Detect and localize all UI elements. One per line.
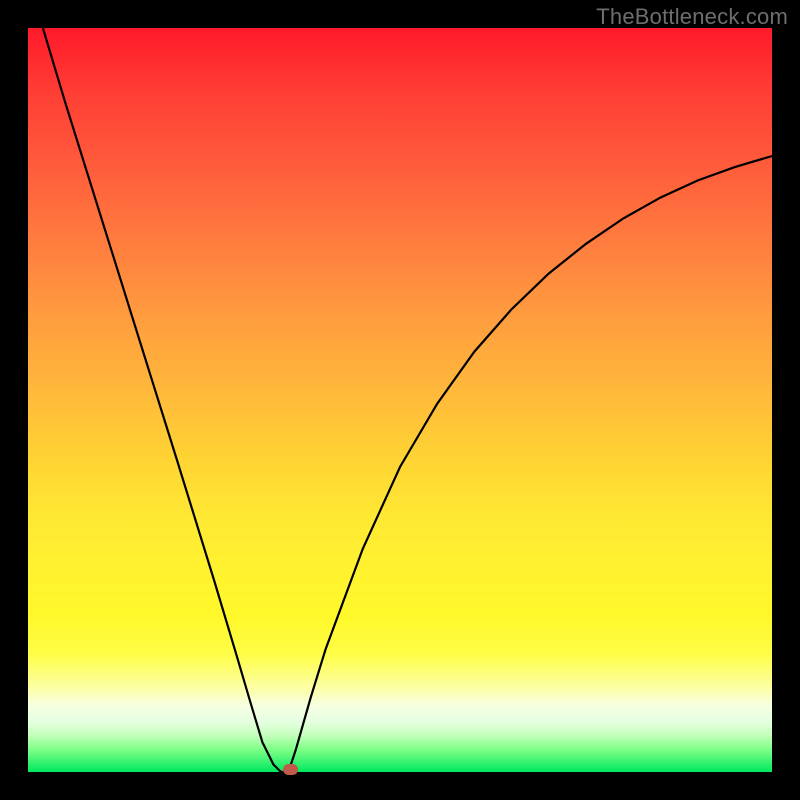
minimum-marker [283,764,298,775]
watermark-text: TheBottleneck.com [596,4,788,30]
curve-layer [28,28,772,772]
bottleneck-curve [43,28,772,772]
chart-frame: TheBottleneck.com [0,0,800,800]
